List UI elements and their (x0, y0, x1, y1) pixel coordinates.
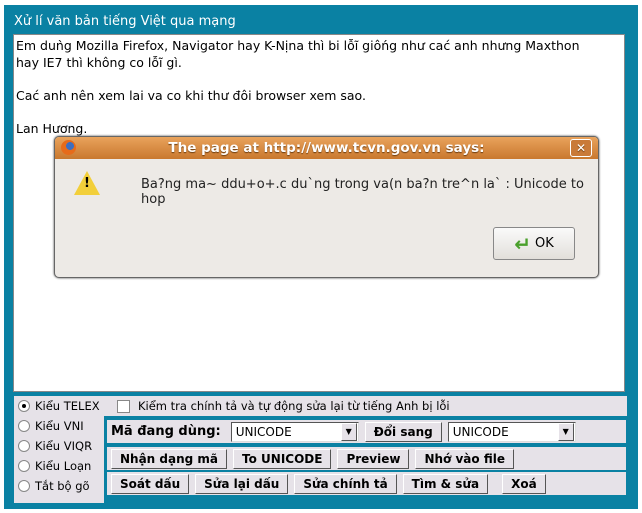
firefox-icon (61, 140, 76, 155)
spellcheck-checkbox[interactable] (117, 399, 130, 413)
spellcheck-row: Kiểm tra chính tả và tự động sửa lại từ … (104, 396, 627, 416)
clear-button[interactable]: Xoá (502, 473, 546, 494)
radio-telex[interactable]: Kiểu TELEX (14, 396, 104, 416)
enter-arrow-icon: ↵ (514, 231, 531, 256)
encoding-label: Mã đang dùng: (111, 424, 221, 439)
ok-button[interactable]: ↵ OK (493, 227, 575, 260)
select-value: UNICODE (235, 424, 292, 439)
fix-spelling-button[interactable]: Sửa chính tả (294, 473, 397, 494)
radio-label: Tắt bộ gõ (35, 479, 90, 493)
radio-loan[interactable]: Kiểu Loạn (14, 456, 104, 476)
dialog-message: Ba?ng ma~ ddu+o+.c du`ng trong va(n ba?n… (141, 177, 584, 207)
dialog-title: The page at http://www.tcvn.gov.vn says: (168, 140, 485, 156)
spellcheck-label: Kiểm tra chính tả và tự động sửa lại từ … (138, 399, 450, 413)
fix-accents-button[interactable]: Sửa lại dấu (195, 473, 289, 494)
editor-line: Lan Hương. (16, 120, 88, 136)
close-icon[interactable]: ✕ (570, 139, 592, 157)
radio-label: Kiểu Loạn (35, 459, 92, 473)
radio-label: Kiểu VIQR (35, 439, 93, 453)
ok-label: OK (535, 236, 554, 251)
dialog-titlebar: The page at http://www.tcvn.gov.vn says:… (55, 137, 598, 159)
radio-dot (18, 460, 30, 472)
convert-button[interactable]: Đổi sang (364, 421, 442, 442)
to-unicode-button[interactable]: To UNICODE (233, 448, 332, 469)
encoding-row: Mã đang dùng: UNICODE ▼ Đổi sang UNICODE ▼ (107, 420, 626, 443)
chevron-down-icon: ▼ (340, 422, 357, 441)
radio-vni[interactable]: Kiểu VNI (14, 416, 104, 436)
input-mode-group: Kiểu TELEX Kiểu VNI Kiểu VIQR Kiểu Loạn … (14, 396, 104, 503)
radio-label: Kiểu VNI (35, 419, 84, 433)
from-encoding-select[interactable]: UNICODE ▼ (230, 421, 359, 442)
warning-icon: ! (74, 171, 100, 195)
select-value: UNICODE (452, 424, 509, 439)
editor-line: Em duǹg Mozilla Firefox, Navigator hay K… (16, 38, 580, 53)
to-encoding-select[interactable]: UNICODE ▼ (447, 421, 576, 442)
preview-button[interactable]: Preview (337, 448, 410, 469)
check-accents-button[interactable]: Soát dấu (111, 473, 190, 494)
radio-dot (18, 440, 30, 452)
radio-off[interactable]: Tắt bộ gõ (14, 476, 104, 496)
editor-line: hay IE7 thì không co lỗĩ gì. (16, 54, 182, 70)
radio-label: Kiểu TELEX (35, 399, 100, 413)
radio-dot (18, 420, 30, 432)
tools-row: Nhận dạng mã To UNICODE Preview Nhớ vào … (107, 447, 626, 470)
edit-row: Soát dấu Sửa lại dấu Sửa chính tả Tìm & … (107, 472, 626, 495)
chevron-down-icon: ▼ (557, 422, 574, 441)
alert-dialog: The page at http://www.tcvn.gov.vn says:… (54, 136, 599, 278)
find-replace-button[interactable]: Tìm & sửa (402, 473, 489, 494)
radio-dot (18, 400, 30, 412)
radio-viqr[interactable]: Kiểu VIQR (14, 436, 104, 456)
radio-dot (18, 480, 30, 492)
editor-line: Cać anh nên xem lai va co khi thư đôi br… (16, 87, 366, 103)
page-title: Xử lí văn bản tiếng Việt qua mạng (14, 14, 236, 29)
save-file-button[interactable]: Nhớ vào file (415, 448, 514, 469)
detect-encoding-button[interactable]: Nhận dạng mã (111, 448, 228, 469)
